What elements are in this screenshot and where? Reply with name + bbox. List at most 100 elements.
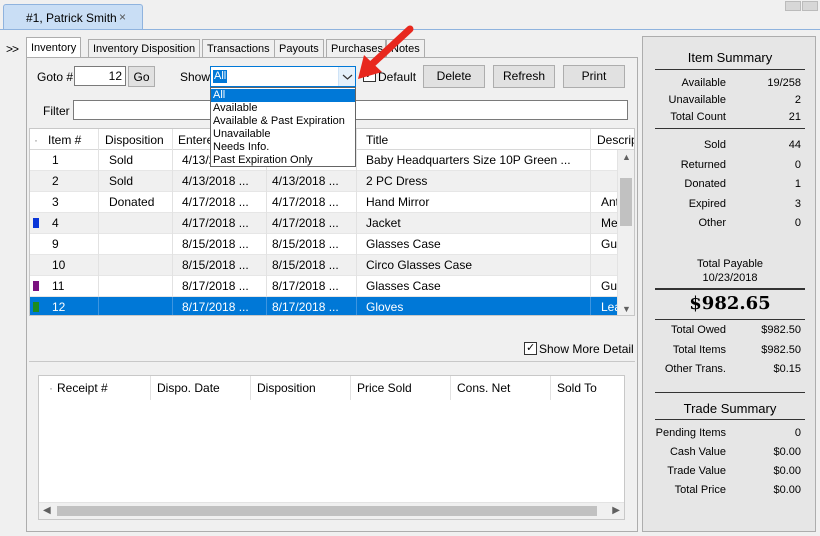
- scroll-right-icon[interactable]: ▶: [612, 505, 620, 516]
- print-button[interactable]: Print: [563, 65, 625, 88]
- cell-date2: 8/17/2018 ...: [272, 300, 339, 314]
- col-item[interactable]: Item #: [48, 133, 81, 147]
- cell-entered: 8/15/2018 ...: [182, 258, 249, 272]
- table-row[interactable]: 2 Sold 4/13/2018 ... 4/13/2018 ... 2 PC Dres…: [30, 171, 618, 192]
- trade-summary-title: Trade Summary: [683, 401, 777, 416]
- show-select[interactable]: All: [210, 66, 356, 87]
- table-row[interactable]: 9 8/15/2018 ... 8/15/2018 ... Glasses Case G…: [30, 234, 618, 255]
- cell-title: Glasses Case: [366, 279, 441, 293]
- trade-value: $0.00: [773, 446, 801, 458]
- tab-inventory-disposition[interactable]: Inventory Disposition: [88, 39, 201, 58]
- cell-item: 2: [52, 174, 59, 188]
- total-value: $982.50: [761, 343, 801, 356]
- col-price-sold[interactable]: Price Sold: [357, 381, 412, 395]
- row-color-marker: [33, 218, 39, 228]
- scroll-left-icon[interactable]: ◀: [43, 505, 51, 516]
- cell-date2: 4/17/2018 ...: [272, 195, 339, 209]
- cell-title: Circo Glasses Case: [366, 258, 473, 272]
- document-tab[interactable]: #1, Patrick Smith ×: [3, 4, 143, 30]
- disposition-label: Sold: [703, 139, 726, 151]
- trade-label: Pending Items: [655, 427, 726, 439]
- cell-disposition: Sold: [109, 153, 134, 167]
- cell-title: Glasses Case: [366, 237, 441, 251]
- disposition-value: 1: [794, 178, 801, 190]
- total-payable-date: 10/23/2018: [702, 272, 758, 284]
- goto-input[interactable]: 12: [74, 66, 126, 86]
- go-button[interactable]: Go: [128, 66, 155, 87]
- cell-entered: 4/17/2018 ...: [182, 195, 249, 209]
- expand-panel-icon[interactable]: >>: [6, 42, 19, 56]
- tab-payouts[interactable]: Payouts: [274, 39, 324, 58]
- item-summary-title: Item Summary: [687, 50, 773, 65]
- trade-value: $0.00: [773, 484, 801, 496]
- col-title[interactable]: Title: [366, 133, 388, 147]
- show-dropdown-list: All Available Available & Past Expiratio…: [210, 87, 356, 167]
- cell-date2: 4/13/2018 ...: [272, 174, 339, 188]
- cell-item: 3: [52, 195, 59, 209]
- splitter[interactable]: [29, 361, 635, 362]
- trade-value: $0.00: [773, 465, 801, 477]
- count-label: Total Count: [670, 111, 726, 123]
- col-description[interactable]: Description: [597, 133, 634, 147]
- tab-inventory[interactable]: Inventory: [26, 37, 82, 58]
- close-icon[interactable]: ×: [119, 10, 126, 24]
- trade-label: Total Price: [674, 484, 726, 496]
- scroll-down-icon[interactable]: ▼: [622, 304, 631, 314]
- col-disposition[interactable]: Disposition: [105, 133, 164, 147]
- scrollbar-thumb[interactable]: [57, 506, 597, 516]
- show-more-detail-label: Show More Detail: [539, 342, 634, 356]
- table-row[interactable]: 11 8/17/2018 ... 8/17/2018 ... Glasses Case…: [30, 276, 618, 297]
- cell-entered: 4/13/2018 ...: [182, 174, 249, 188]
- goto-label: Goto #: [37, 70, 74, 84]
- cell-title: Jacket: [366, 216, 401, 230]
- show-option-needs-info[interactable]: Needs Info.: [213, 141, 269, 154]
- total-label: Total Items: [672, 343, 726, 356]
- grid-vertical-scrollbar[interactable]: ▲ ▼: [617, 150, 634, 315]
- col-receipt[interactable]: Receipt #: [57, 381, 108, 395]
- delete-button[interactable]: Delete: [423, 65, 485, 88]
- disposition-value: 3: [794, 197, 801, 210]
- col-cons-net[interactable]: Cons. Net: [457, 381, 510, 395]
- cell-item: 9: [52, 237, 59, 251]
- show-more-detail-checkbox[interactable]: [524, 341, 537, 355]
- show-option-available-past-expiration[interactable]: Available & Past Expiration: [213, 115, 345, 128]
- trade-label: Trade Value: [667, 465, 726, 477]
- table-row[interactable]: 12 8/17/2018 ... 8/17/2018 ... Gloves Lea: [30, 297, 621, 315]
- show-option-past-expiration-only[interactable]: Past Expiration Only: [213, 154, 313, 167]
- scrollbar-thumb[interactable]: [620, 178, 632, 226]
- scroll-right-icon[interactable]: [802, 1, 818, 11]
- scroll-left-icon[interactable]: [785, 1, 801, 11]
- col-sold-to[interactable]: Sold To: [557, 381, 597, 395]
- count-value: 19/258: [767, 77, 801, 89]
- disposition-label: Other: [698, 217, 726, 229]
- cell-entered: 8/17/2018 ...: [182, 279, 249, 293]
- cell-item: 11: [52, 279, 65, 293]
- show-option-all[interactable]: All: [211, 89, 355, 102]
- col-dispo-date[interactable]: Dispo. Date: [157, 381, 220, 395]
- total-label: Other Trans.: [664, 363, 726, 375]
- disposition-label: Expired: [688, 197, 726, 210]
- table-row[interactable]: 3 Donated 4/17/2018 ... 4/17/2018 ... Hand M…: [30, 192, 619, 213]
- annotation-arrow-icon: [358, 25, 414, 79]
- scroll-up-icon[interactable]: ▲: [622, 152, 631, 162]
- show-label: Show: [180, 70, 211, 84]
- tab-transactions[interactable]: Transactions: [202, 39, 275, 58]
- cell-item: 4: [52, 216, 59, 230]
- show-option-unavailable[interactable]: Unavailable: [213, 128, 270, 141]
- refresh-button[interactable]: Refresh: [493, 65, 555, 88]
- col-disposition[interactable]: Disposition: [257, 381, 316, 395]
- total-payable-value: $982.65: [689, 293, 771, 314]
- total-value: $982.50: [761, 324, 801, 336]
- table-row[interactable]: 10 8/15/2018 ... 8/15/2018 ... Circo Glasse…: [30, 255, 618, 276]
- cell-entered: 4/17/2018 ...: [182, 216, 249, 230]
- receipts-horizontal-scrollbar[interactable]: ◀ ▶: [39, 502, 624, 519]
- disposition-value: 0: [794, 217, 801, 229]
- total-label: Total Owed: [670, 324, 726, 336]
- show-option-available[interactable]: Available: [213, 102, 257, 115]
- count-value: 21: [788, 111, 801, 123]
- receipts-grid: · Receipt # Dispo. Date Disposition Pric…: [38, 375, 625, 520]
- cell-title: Hand Mirror: [366, 195, 430, 209]
- disposition-value: 0: [794, 158, 801, 171]
- tab-nav-arrows[interactable]: [784, 0, 820, 11]
- table-row[interactable]: 4 4/17/2018 ... 4/17/2018 ... Jacket Me: [30, 213, 618, 234]
